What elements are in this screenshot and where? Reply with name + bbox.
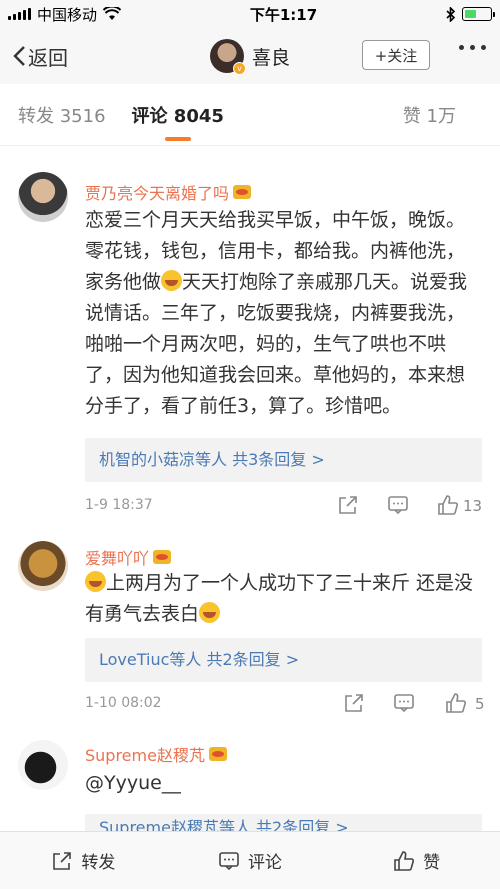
member-crown-icon [153,550,172,564]
clock: 下午1:17 [249,5,318,24]
avatar[interactable]: v [209,39,246,75]
profile-header[interactable]: v 喜良 [209,39,291,75]
avatar[interactable] [18,740,68,790]
tab-bar: 转发 3516 评论 8045 赞 1万 [0,84,500,146]
signal-icon [8,8,31,20]
tab-comments[interactable]: 评论 8045 [132,102,224,128]
status-bar: 中国移动 下午1:17 [0,0,500,28]
member-crown-icon [233,185,252,199]
tab-likes[interactable]: 赞 1万 [403,102,456,128]
carrier-label: 中国移动 [37,5,98,24]
comment-meta: 1-9 18:37 13 [85,492,485,520]
more-options-icon[interactable] [459,45,486,50]
comment-meta: 1-10 08:02 5 [85,690,485,718]
tab-repost[interactable]: 转发 3516 [18,102,106,128]
battery-icon [461,7,495,21]
avatar[interactable] [18,541,68,591]
follow-button[interactable]: +关注 [362,40,430,70]
comment-text-part: @Yyyue__ [85,772,181,794]
comment-icon [219,851,239,870]
thumbs-up-icon [394,850,415,871]
laughing-emoji-icon [199,602,221,623]
replies-summary[interactable]: LoveTiuc等人 共2条回复 > [85,638,482,682]
wifi-icon [103,7,122,20]
like-label: 赞 [423,853,441,873]
back-label: 返回 [28,45,68,70]
nav-bar: 返回 v 喜良 +关注 [0,28,500,84]
share-icon[interactable] [337,494,359,516]
page-title: 喜良 [251,46,291,69]
replies-summary[interactable]: 机智的小菇凉等人 共3条回复 > [85,438,482,482]
verified-icon: v [232,62,246,75]
repost-label: 转发 [81,853,116,873]
comment-text: 恋爱三个月天天给我买早饭，中午饭，晚饭。零花钱，钱包，信用卡，都给我。内裤他洗，… [85,205,480,422]
like-count: 5 [475,695,485,713]
comment-icon[interactable] [393,692,415,714]
repost-button[interactable]: 转发 [0,832,167,889]
like-button[interactable]: 赞 [333,832,500,889]
laughing-emoji-icon [161,270,183,291]
comment-button[interactable]: 评论 [167,832,334,889]
author-name[interactable]: 爱舞吖吖 [85,545,149,569]
laughing-emoji-icon [85,571,106,592]
comment-time: 1-9 18:37 [85,497,153,513]
thumbs-up-icon[interactable] [437,494,459,516]
comment-author[interactable]: 贾乃亮今天离婚了吗 [85,180,252,204]
member-crown-icon [208,747,227,761]
author-name[interactable]: Supreme赵稷芃 [85,742,205,766]
comment-text-part: 上两月为了一个人成功下了三十来斤 还是没有勇气去表白 [85,572,474,625]
comment-author[interactable]: 爱舞吖吖 [85,545,172,569]
comment-text: 上两月为了一个人成功下了三十来斤 还是没有勇气去表白 [85,568,480,630]
bluetooth-icon [446,6,456,22]
comment-text: @Yyyue__ [85,768,480,799]
comment-icon[interactable] [387,494,409,516]
thumbs-up-icon[interactable] [445,692,467,714]
comment-label: 评论 [248,853,282,873]
comment-author[interactable]: Supreme赵稷芃 [85,742,227,766]
share-icon[interactable] [343,692,365,714]
share-icon [53,851,72,870]
avatar[interactable] [18,172,68,222]
author-name[interactable]: 贾乃亮今天离婚了吗 [85,180,229,204]
like-count: 13 [463,497,483,515]
chevron-left-icon [13,46,25,66]
bottom-action-bar: 转发 评论 赞 [0,831,500,889]
comment-time: 1-10 08:02 [85,695,162,711]
back-button[interactable]: 返回 [12,42,68,71]
